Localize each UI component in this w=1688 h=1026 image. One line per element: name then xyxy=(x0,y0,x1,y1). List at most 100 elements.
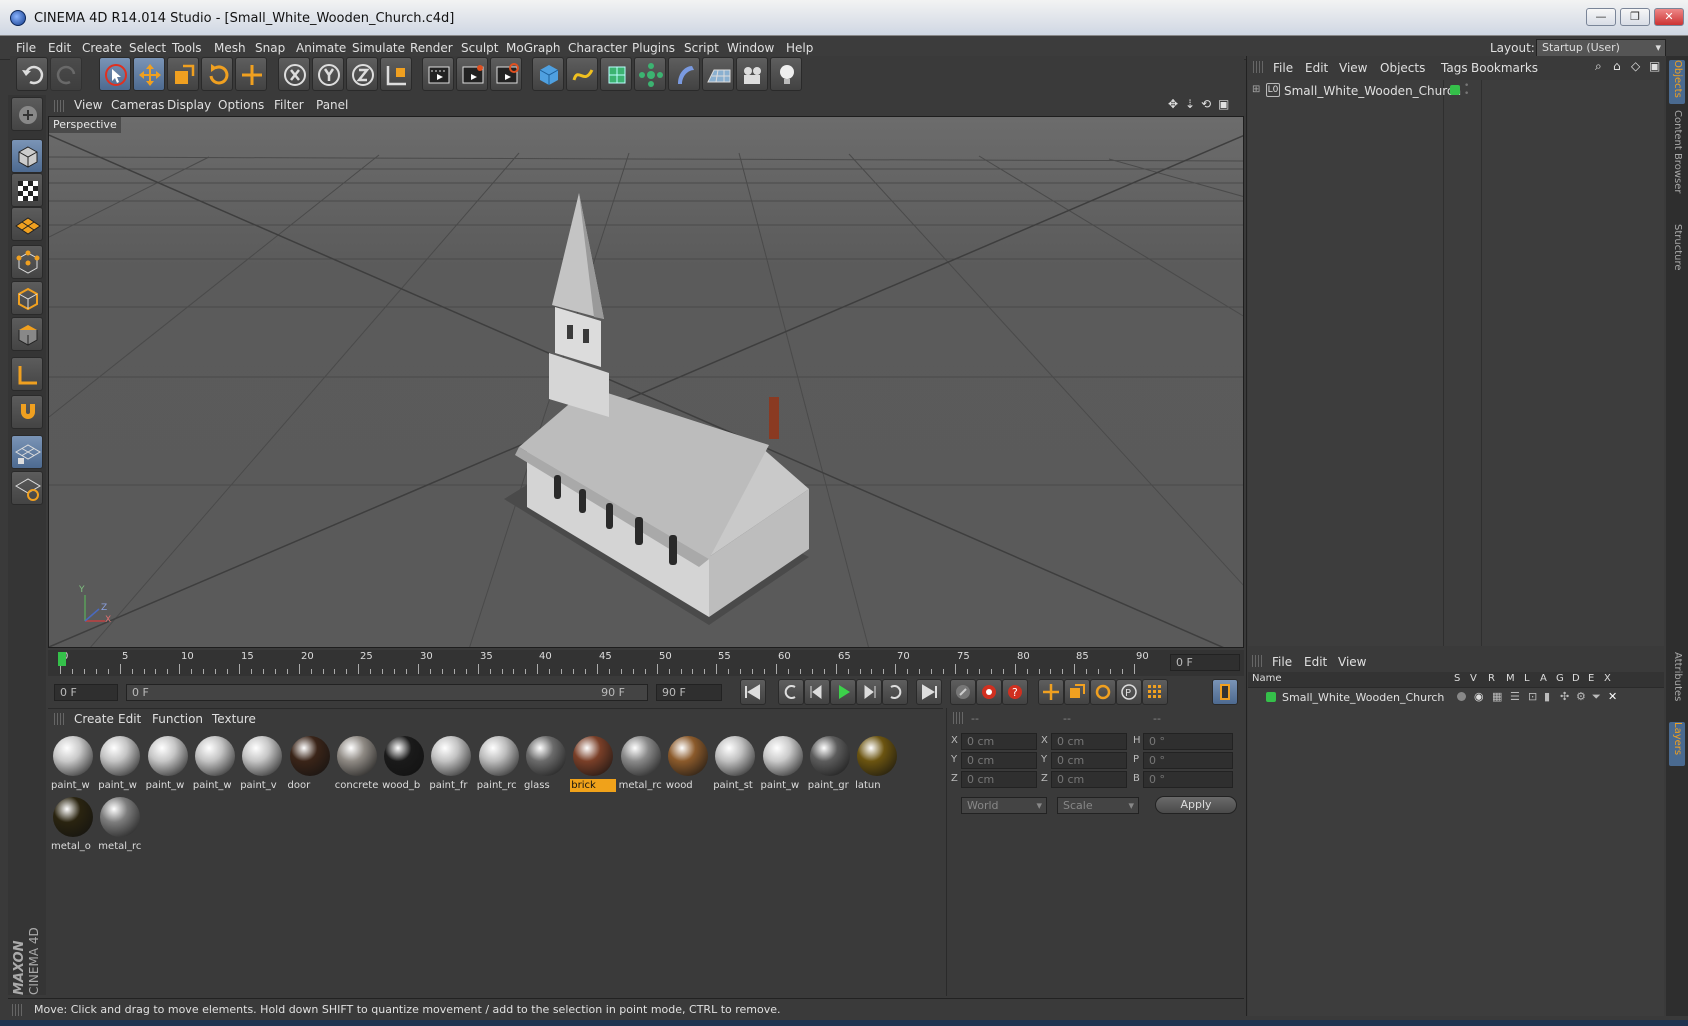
pan-view-icon[interactable]: ✥ xyxy=(1168,97,1178,111)
material-swatch[interactable]: paint_rc xyxy=(476,733,522,793)
new-window-icon[interactable]: ▣ xyxy=(1649,59,1660,73)
material-swatch[interactable]: metal_rc xyxy=(618,733,664,793)
playhead-marker[interactable] xyxy=(58,652,66,666)
coord-value-field[interactable]: 0 ° xyxy=(1143,771,1233,788)
workplane-mode-button[interactable] xyxy=(11,207,43,241)
layout-select[interactable]: Startup (User) ▾ xyxy=(1536,39,1666,57)
layer-column-header[interactable]: M xyxy=(1506,673,1515,684)
lock-workplane-button[interactable] xyxy=(11,471,43,505)
layer-row[interactable]: Small_White_Wooden_Church ◉ ▦ ☰ ⊡ ▮ ✣ ⚙ … xyxy=(1248,689,1664,707)
layer-column-header[interactable]: S xyxy=(1454,673,1460,684)
start-frame-field[interactable]: 0 F xyxy=(54,684,118,701)
menu-create[interactable]: Create xyxy=(82,41,122,55)
end-frame-field[interactable]: 90 F xyxy=(656,684,722,701)
cube-primitive-button[interactable] xyxy=(532,57,564,91)
frame-range-slider[interactable]: 0 F 90 F xyxy=(126,684,648,701)
coord-value-field[interactable]: 0 cm xyxy=(961,733,1037,750)
points-mode-button[interactable] xyxy=(11,245,43,279)
object-row[interactable]: ⊞ L0 Small_White_Wooden_Church • • xyxy=(1250,82,1662,100)
layers-menu-file[interactable]: File xyxy=(1272,655,1292,669)
coord-mode-select[interactable]: Scale ▾ xyxy=(1057,797,1139,814)
render-settings-button[interactable] xyxy=(490,57,522,91)
expressions-icon[interactable]: ⏷ xyxy=(1592,690,1601,704)
layer-column-header[interactable]: L xyxy=(1524,673,1530,684)
scale-tool-button[interactable] xyxy=(167,57,199,91)
previous-key-button[interactable] xyxy=(778,679,804,705)
visibility-dots-icon[interactable]: • • xyxy=(1464,82,1469,99)
restore-button[interactable]: ❐ xyxy=(1620,8,1650,26)
viewport-menu-cameras[interactable]: Cameras xyxy=(111,98,164,112)
x-axis-lock-button[interactable] xyxy=(278,57,310,91)
snap-workplane-button[interactable] xyxy=(11,435,43,469)
rotate-view-icon[interactable]: ⟲ xyxy=(1201,97,1211,111)
layer-column-header[interactable]: E xyxy=(1588,673,1594,684)
menu-character[interactable]: Character xyxy=(568,41,627,55)
next-frame-button[interactable] xyxy=(856,679,882,705)
viewport-menu-view[interactable]: View xyxy=(74,98,102,112)
coordinate-system-button[interactable] xyxy=(380,57,412,91)
generators-icon[interactable]: ✣ xyxy=(1560,690,1569,703)
y-axis-lock-button[interactable] xyxy=(312,57,344,91)
close-button[interactable]: ✕ xyxy=(1654,8,1684,26)
menu-edit[interactable]: Edit xyxy=(48,41,71,55)
nurbs-button[interactable] xyxy=(600,57,632,91)
layer-name[interactable]: Small_White_Wooden_Church xyxy=(1282,691,1444,704)
material-swatch[interactable]: brick xyxy=(570,733,617,793)
floor-button[interactable] xyxy=(702,57,734,91)
add-object-button[interactable] xyxy=(235,57,267,91)
menu-select[interactable]: Select xyxy=(129,41,166,55)
dolly-view-icon[interactable]: ⇣ xyxy=(1185,97,1195,111)
viewport-menu-filter[interactable]: Filter xyxy=(274,98,304,112)
deformer-button[interactable] xyxy=(668,57,700,91)
tab-layers[interactable]: Layers xyxy=(1669,722,1685,766)
material-swatch[interactable]: paint_fr xyxy=(428,733,474,793)
manager-icon[interactable]: ☰ xyxy=(1510,690,1520,703)
axis-mode-button[interactable] xyxy=(11,357,43,391)
apply-button[interactable]: Apply xyxy=(1155,796,1237,814)
menu-animate[interactable]: Animate xyxy=(296,41,346,55)
key-scale-button[interactable] xyxy=(1064,679,1090,705)
viewport-menu-options[interactable]: Options xyxy=(218,98,264,112)
material-menu-function[interactable]: Function xyxy=(152,712,203,726)
maximize-view-icon[interactable]: ▣ xyxy=(1218,97,1229,111)
layer-column-header[interactable]: X xyxy=(1604,673,1611,684)
material-swatch[interactable]: latun xyxy=(854,733,900,793)
menu-mesh[interactable]: Mesh xyxy=(214,41,246,55)
material-swatch[interactable]: concrete xyxy=(334,733,380,793)
material-menu-create[interactable]: Create xyxy=(74,712,114,726)
layer-color-icon[interactable] xyxy=(1450,85,1460,95)
material-swatch[interactable]: paint_st xyxy=(712,733,758,793)
key-rotation-button[interactable] xyxy=(1090,679,1116,705)
material-swatch[interactable]: glass xyxy=(523,733,569,793)
layer-column-header[interactable]: A xyxy=(1540,673,1547,684)
material-menu-texture[interactable]: Texture xyxy=(212,712,256,726)
menu-help[interactable]: Help xyxy=(786,41,813,55)
material-swatch[interactable]: metal_rc xyxy=(97,794,143,854)
menu-render[interactable]: Render xyxy=(410,41,453,55)
tab-attributes[interactable]: Attributes xyxy=(1669,652,1685,718)
view-eye-icon[interactable]: ◉ xyxy=(1474,690,1484,703)
material-swatch[interactable]: paint_w xyxy=(192,733,238,793)
collapse-icon[interactable]: ◇ xyxy=(1631,59,1640,73)
make-editable-button[interactable] xyxy=(11,97,43,131)
minimize-button[interactable]: — xyxy=(1586,8,1616,26)
polygons-mode-button[interactable] xyxy=(11,317,43,351)
current-frame-field[interactable]: 0 F xyxy=(1170,654,1240,671)
material-swatch[interactable]: paint_w xyxy=(760,733,806,793)
search-icon[interactable]: ⌕ xyxy=(1595,59,1602,74)
coord-value-field[interactable]: 0 cm xyxy=(1051,752,1127,769)
spline-pen-button[interactable] xyxy=(566,57,598,91)
xref-icon[interactable]: ✕ xyxy=(1608,690,1617,703)
tab-objects[interactable]: Objects xyxy=(1669,60,1685,104)
material-menu-edit[interactable]: Edit xyxy=(118,712,141,726)
coord-value-field[interactable]: 0 ° xyxy=(1143,752,1233,769)
menu-window[interactable]: Window xyxy=(727,41,774,55)
material-swatch[interactable]: paint_v xyxy=(239,733,285,793)
keyframe-selection-button[interactable]: ? xyxy=(1002,679,1028,705)
viewport-menu-panel[interactable]: Panel xyxy=(316,98,348,112)
render-picture-viewer-button[interactable] xyxy=(456,57,488,91)
record-keys-button[interactable] xyxy=(950,679,976,705)
layer-column-header[interactable]: R xyxy=(1488,673,1495,684)
rotate-tool-button[interactable] xyxy=(201,57,233,91)
menu-file[interactable]: File xyxy=(16,41,36,55)
